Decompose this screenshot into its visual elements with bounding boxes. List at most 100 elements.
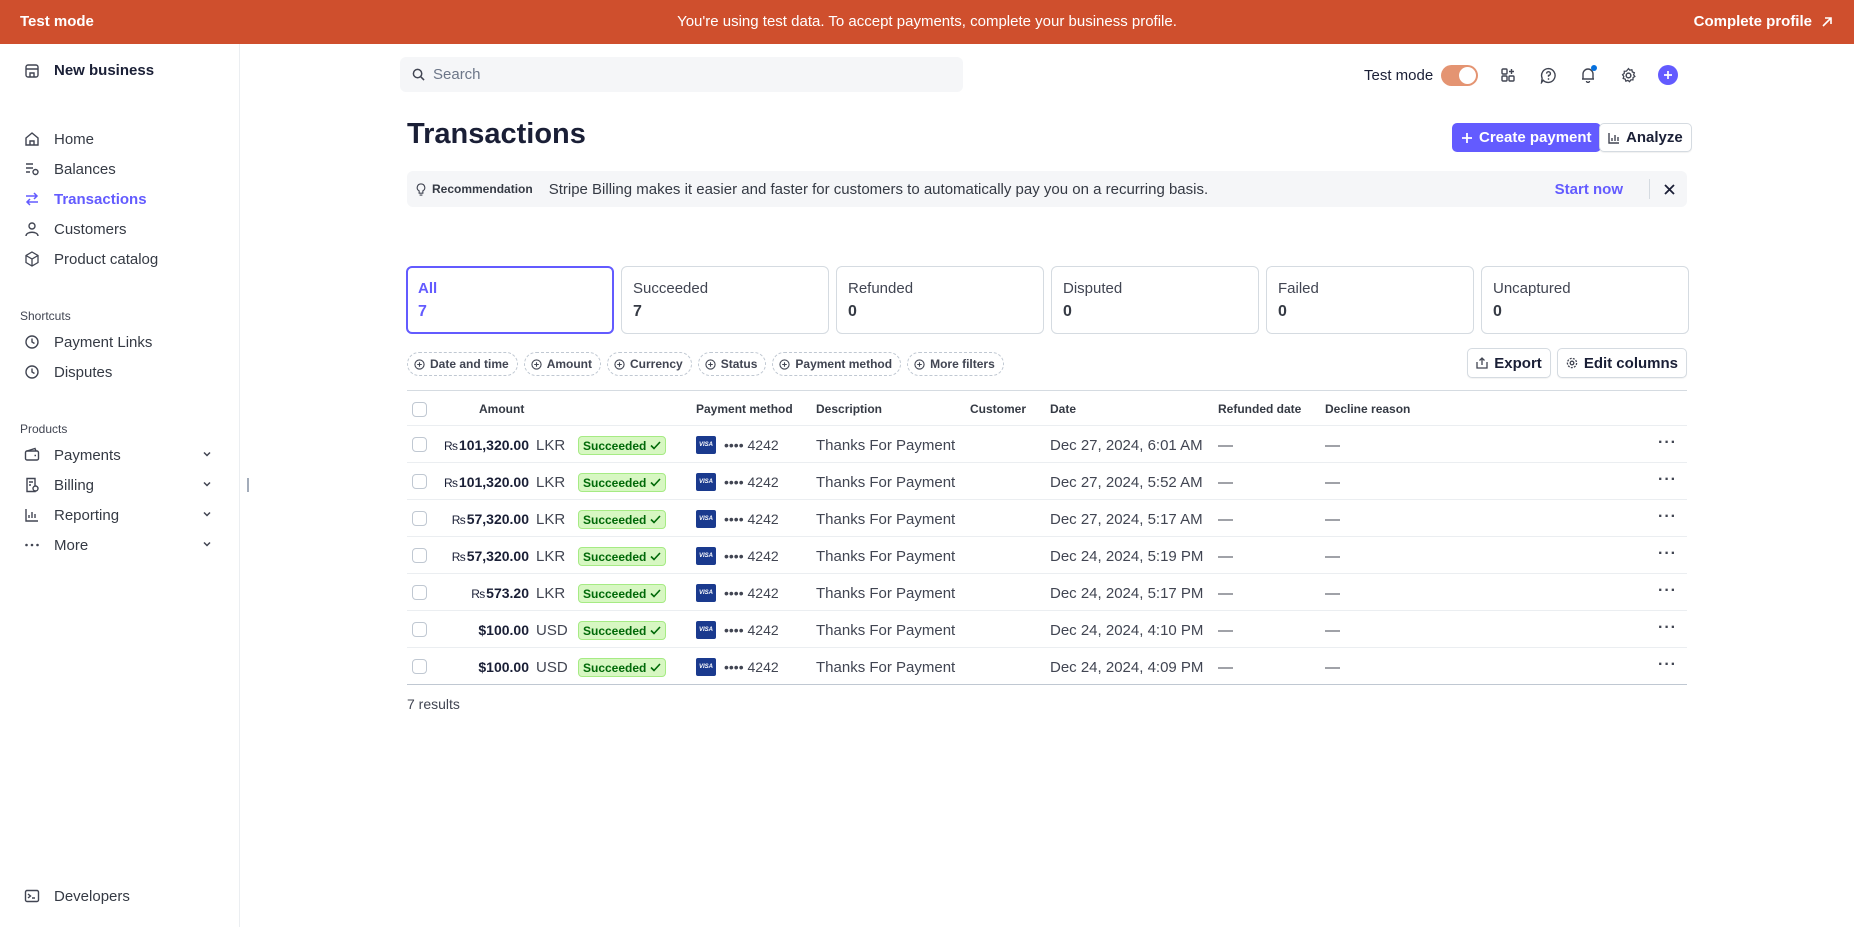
status-card-all[interactable]: All 7 — [406, 266, 614, 334]
close-icon[interactable] — [1661, 181, 1677, 197]
sidebar-item-product-catalog[interactable]: Product catalog — [24, 249, 220, 269]
search-input[interactable] — [433, 66, 933, 83]
status-card-uncaptured[interactable]: Uncaptured 0 — [1481, 266, 1689, 334]
create-payment-button[interactable]: Create payment — [1452, 123, 1601, 152]
select-all-checkbox[interactable] — [412, 402, 427, 417]
sidebar-item-customers[interactable]: Customers — [24, 219, 220, 239]
status-card-refunded[interactable]: Refunded 0 — [836, 266, 1044, 334]
sidebar-item-label: Reporting — [54, 506, 120, 524]
test-mode-toggle[interactable] — [1441, 64, 1479, 86]
search-bar[interactable] — [400, 57, 963, 92]
filter-date-and-time[interactable]: Date and time — [407, 352, 518, 376]
sidebar-item-home[interactable]: Home — [24, 129, 220, 149]
filter-chips: Date and time Amount Currency Status Pay… — [407, 352, 1004, 376]
column-header-customer[interactable]: Customer — [970, 402, 1026, 416]
row-actions-icon[interactable]: ··· — [1658, 434, 1677, 452]
currency-code: LKR — [536, 511, 566, 528]
page-title: Transactions — [407, 118, 586, 150]
row-actions-icon[interactable]: ··· — [1658, 619, 1677, 637]
sidebar-item-developers[interactable]: Developers — [24, 886, 220, 906]
status-card-count: 0 — [1278, 303, 1287, 320]
payments-icon — [24, 447, 40, 463]
table-row[interactable]: ₨57,320.00 LKR Succeeded VISA •••• 4242 Thank… — [407, 537, 1687, 574]
sidebar-item-disputes[interactable]: Disputes — [24, 362, 220, 382]
amount-cell: ₨573.20 — [471, 585, 529, 601]
sidebar-item-label: Payment Links — [54, 333, 153, 351]
sidebar-item-balances[interactable]: Balances — [24, 159, 220, 179]
add-circle-icon — [414, 358, 425, 370]
table-row[interactable]: $100.00 USD Succeeded VISA •••• 4242 Thanks F… — [407, 611, 1687, 648]
column-header-date[interactable]: Date — [1050, 402, 1076, 416]
checkmark-icon — [650, 552, 661, 561]
billing-icon — [24, 477, 40, 493]
table-row[interactable]: ₨57,320.00 LKR Succeeded VISA •••• 4242 Thank… — [407, 500, 1687, 537]
add-circle-icon — [914, 358, 925, 370]
settings-gear-icon[interactable] — [1618, 65, 1638, 85]
filter-label: Date and time — [430, 357, 509, 371]
filter-more-filters[interactable]: More filters — [907, 352, 1004, 376]
row-actions-icon[interactable]: ··· — [1658, 582, 1677, 600]
status-filter-cards: All 7 Succeeded 7 Refunded 0 Disputed 0 Fail… — [406, 266, 1689, 334]
balances-icon — [24, 161, 40, 177]
status-card-failed[interactable]: Failed 0 — [1266, 266, 1474, 334]
create-new-plus-icon[interactable] — [1658, 65, 1679, 85]
row-actions-icon[interactable]: ··· — [1658, 471, 1677, 489]
transactions-icon — [24, 191, 40, 207]
notifications-icon[interactable] — [1578, 65, 1598, 85]
column-header-refunded-date[interactable]: Refunded date — [1218, 402, 1301, 416]
complete-profile-link[interactable]: Complete profile — [1694, 13, 1834, 30]
status-card-disputed[interactable]: Disputed 0 — [1051, 266, 1259, 334]
description-cell: Thanks For Payment — [816, 474, 956, 491]
table-row[interactable]: $100.00 USD Succeeded VISA •••• 4242 Thanks F… — [407, 648, 1687, 685]
row-checkbox[interactable] — [412, 548, 427, 563]
currency-code: LKR — [536, 585, 566, 602]
help-icon[interactable] — [1538, 65, 1558, 85]
checkmark-icon — [650, 663, 661, 672]
row-checkbox[interactable] — [412, 585, 427, 600]
notification-dot — [1591, 65, 1598, 71]
column-header-payment-method[interactable]: Payment method — [696, 402, 793, 416]
test-mode-label: Test mode — [1364, 66, 1434, 84]
export-button[interactable]: Export — [1467, 348, 1551, 378]
start-now-link[interactable]: Start now — [1555, 181, 1623, 198]
sidebar-item-billing[interactable]: Billing — [24, 475, 220, 495]
store-icon — [24, 63, 40, 79]
row-actions-icon[interactable]: ··· — [1658, 545, 1677, 563]
row-actions-icon[interactable]: ··· — [1658, 656, 1677, 674]
business-switcher[interactable]: New business — [24, 62, 154, 79]
status-label: Succeeded — [583, 660, 647, 675]
sidebar-resize-handle[interactable] — [247, 478, 249, 492]
filter-amount[interactable]: Amount — [523, 352, 602, 376]
status-badge: Succeeded — [578, 436, 667, 455]
row-checkbox[interactable] — [412, 622, 427, 637]
row-checkbox[interactable] — [412, 474, 427, 489]
table-row[interactable]: ₨101,320.00 LKR Succeeded VISA •••• 4242 Than… — [407, 463, 1687, 500]
apps-icon[interactable] — [1498, 65, 1518, 85]
table-row[interactable]: ₨573.20 LKR Succeeded VISA •••• 4242 Thanks F… — [407, 574, 1687, 611]
chevron-down-icon — [203, 511, 211, 517]
sidebar-item-reporting[interactable]: Reporting — [24, 505, 220, 525]
filter-currency[interactable]: Currency — [607, 352, 692, 376]
filter-payment-method[interactable]: Payment method — [772, 352, 902, 376]
date-cell: Dec 27, 2024, 5:17 AM — [1050, 511, 1203, 528]
row-checkbox[interactable] — [412, 437, 427, 452]
filter-status[interactable]: Status — [697, 352, 767, 376]
row-checkbox[interactable] — [412, 511, 427, 526]
row-checkbox[interactable] — [412, 659, 427, 674]
column-header-decline-reason[interactable]: Decline reason — [1325, 402, 1410, 416]
edit-columns-button[interactable]: Edit columns — [1556, 348, 1687, 378]
column-header-description[interactable]: Description — [816, 402, 882, 416]
row-actions-icon[interactable]: ··· — [1658, 508, 1677, 526]
sidebar-item-transactions[interactable]: Transactions — [24, 189, 220, 209]
column-header-amount[interactable]: Amount — [479, 402, 524, 416]
more-icon — [24, 537, 40, 553]
refunded-date-cell: — — [1218, 474, 1233, 491]
analyze-button[interactable]: Analyze — [1599, 123, 1692, 152]
chevron-down-icon — [203, 541, 211, 547]
status-card-succeeded[interactable]: Succeeded 7 — [621, 266, 829, 334]
sidebar-item-payments[interactable]: Payments — [24, 445, 220, 465]
sidebar-item-payment-links[interactable]: Payment Links — [24, 332, 220, 352]
table-row[interactable]: ₨101,320.00 LKR Succeeded VISA •••• 4242 Than… — [407, 426, 1687, 463]
amount-value: 573.20 — [486, 585, 529, 601]
sidebar-item-more[interactable]: More — [24, 535, 220, 555]
